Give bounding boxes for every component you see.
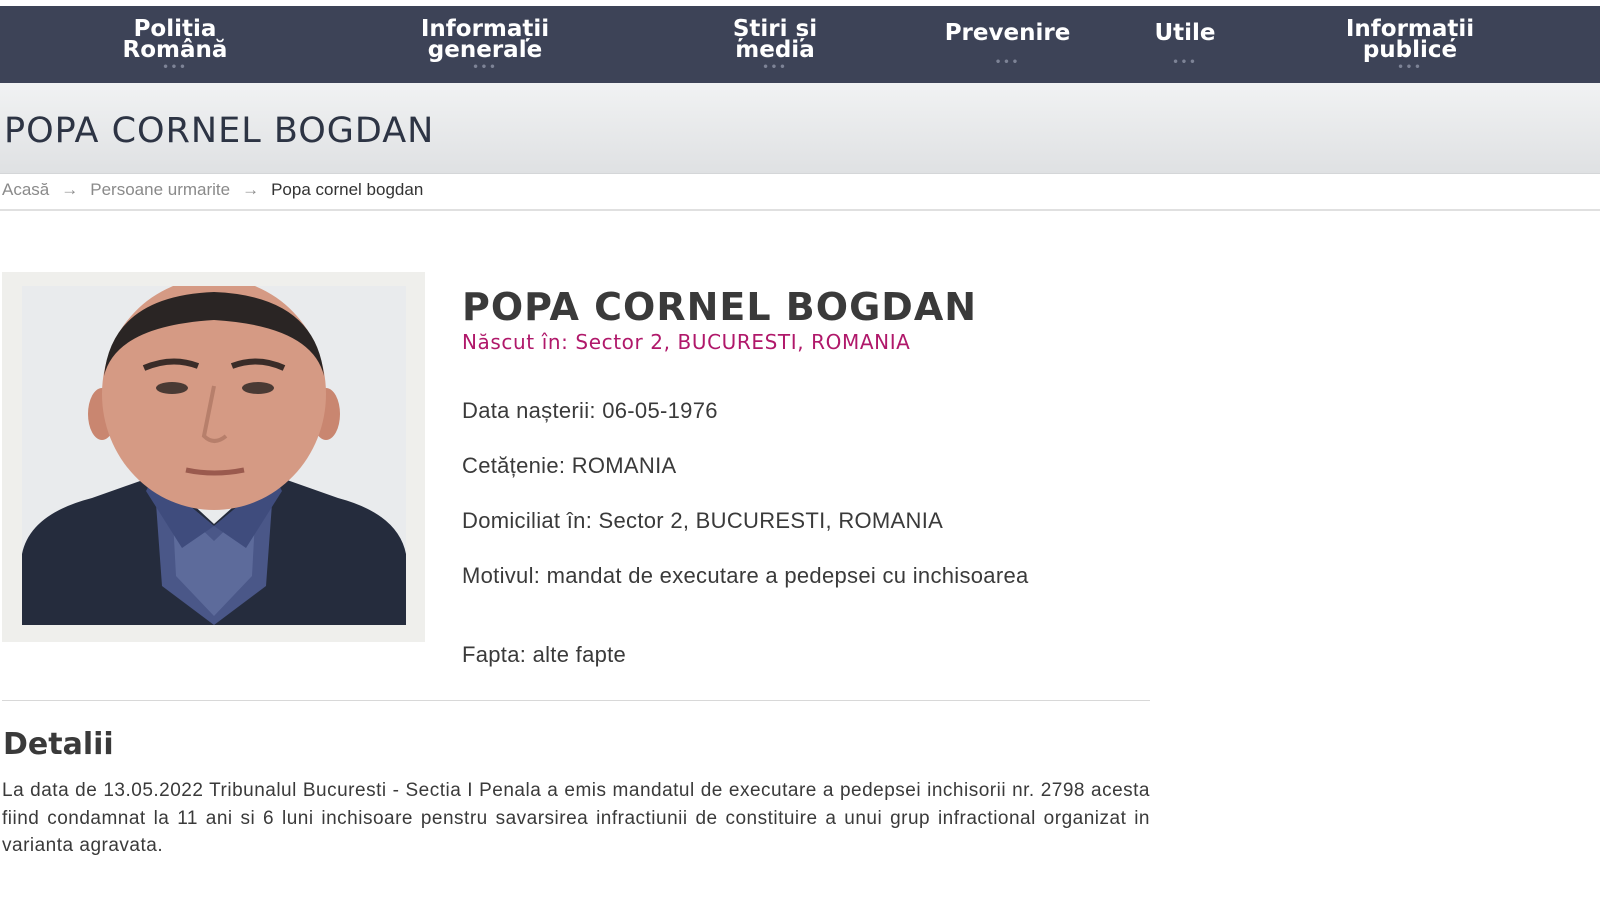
- nav-label-line2: Română: [122, 36, 228, 63]
- nav-politia-romana[interactable]: Poliția Română •••: [90, 6, 260, 83]
- main-navigation: Poliția Română ••• Informații generale •…: [0, 6, 1600, 83]
- deed-field: Fapta: alte fapte: [462, 642, 627, 667]
- breadcrumb-divider: [0, 209, 1600, 211]
- breadcrumb-wanted-persons-link[interactable]: Persoane urmarite: [90, 180, 230, 199]
- nav-label-line1: Utile: [1154, 20, 1216, 46]
- photo-frame: [2, 272, 425, 642]
- nav-dots-icon: •••: [762, 61, 788, 73]
- breadcrumb-arrow-icon: →: [242, 180, 260, 199]
- nav-dots-icon: •••: [162, 61, 188, 73]
- person-name-heading: POPA CORNEL BOGDAN: [462, 285, 978, 329]
- breadcrumb-arrow-icon: →: [61, 180, 79, 199]
- person-photo: [22, 286, 406, 625]
- section-divider: [2, 700, 1150, 701]
- portrait-image: [22, 286, 406, 625]
- nav-label-line1: Prevenire: [944, 20, 1071, 46]
- page-title: POPA CORNEL BOGDAN: [4, 111, 435, 151]
- nav-stiri-media[interactable]: Știri și media •••: [710, 6, 840, 83]
- nav-label-line2: publice: [1362, 36, 1458, 63]
- nav-utile[interactable]: Utile •••: [1135, 6, 1235, 83]
- nav-informatii-publice[interactable]: Informații publice •••: [1320, 6, 1500, 83]
- nav-dots-icon: •••: [994, 57, 1021, 68]
- nav-dots-icon: •••: [1397, 61, 1423, 73]
- nav-dots-icon: •••: [472, 61, 498, 73]
- breadcrumb-home-link[interactable]: Acasă: [2, 180, 49, 199]
- nav-label-line2: media: [735, 36, 815, 63]
- breadcrumb: Acasă → Persoane urmarite → Popa cornel bogd…: [2, 180, 423, 200]
- details-heading: Detalii: [3, 727, 114, 762]
- details-text: La data de 13.05.2022 Tribunalul Bucures…: [2, 780, 1150, 856]
- birth-date-field: Data nașterii: 06-05-1976: [462, 398, 718, 423]
- domicile-field: Domiciliat în: Sector 2, BUCURESTI, ROMA…: [462, 508, 944, 533]
- breadcrumb-current: Popa cornel bogdan: [271, 180, 424, 199]
- title-band: POPA CORNEL BOGDAN: [0, 83, 1600, 174]
- nav-informatii-generale[interactable]: Informații generale •••: [395, 6, 575, 83]
- nav-prevenire[interactable]: Prevenire •••: [930, 6, 1085, 83]
- birthplace-text: Născut în: Sector 2, BUCURESTI, ROMANIA: [462, 330, 911, 354]
- nav-label-line2: generale: [427, 36, 543, 63]
- citizenship-field: Cetățenie: ROMANIA: [462, 453, 677, 478]
- nav-dots-icon: •••: [1172, 57, 1198, 68]
- reason-field: Motivul: mandat de executare a pedepsei …: [462, 563, 1029, 588]
